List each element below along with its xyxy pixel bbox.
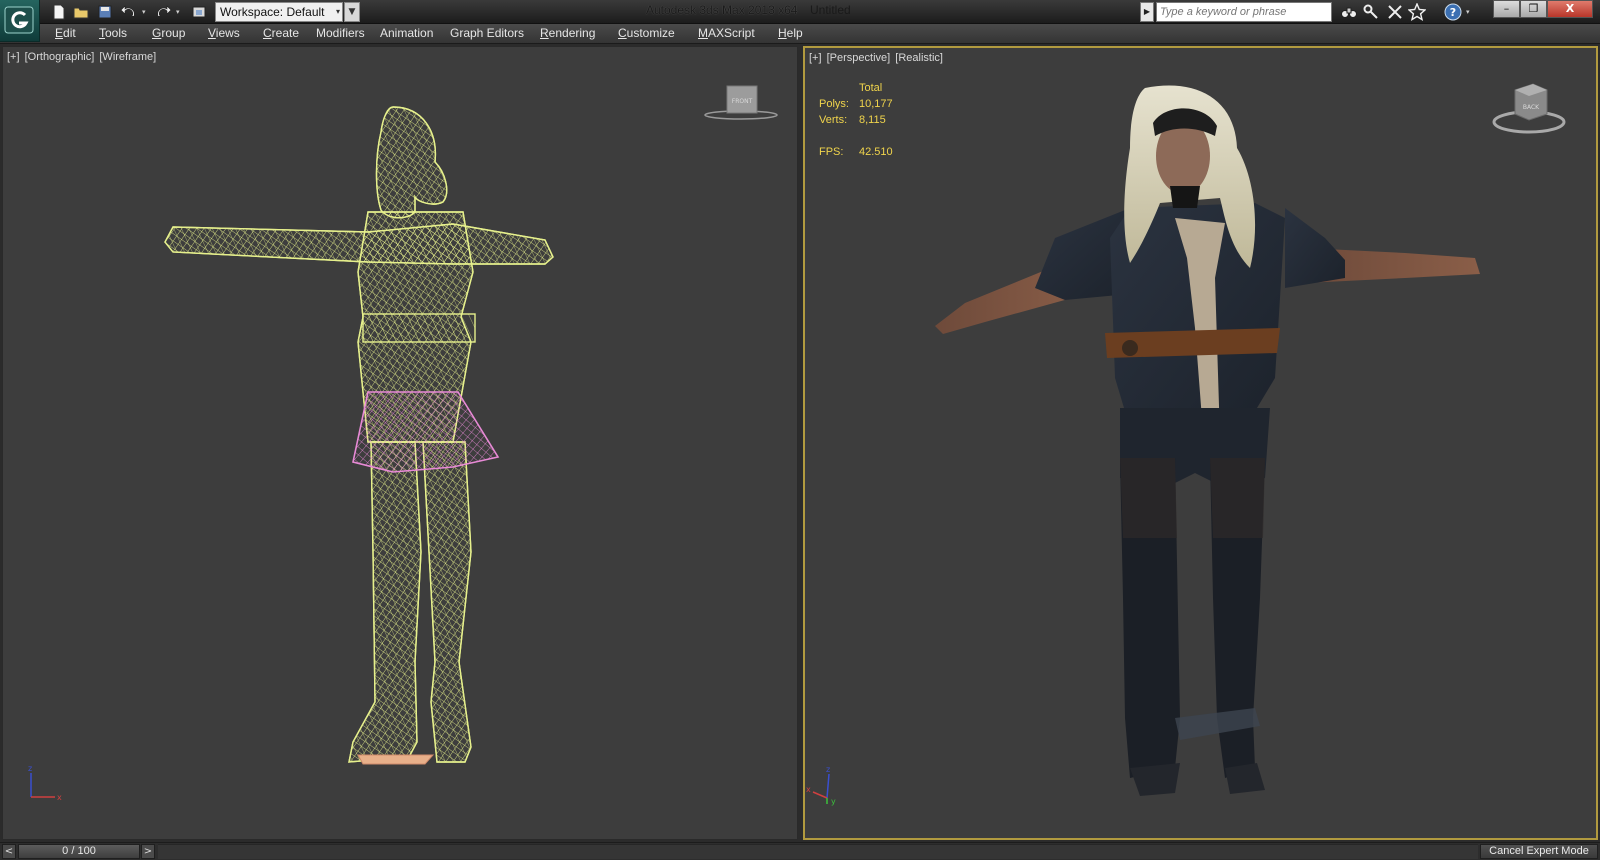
menu-help[interactable]: Help <box>778 26 803 40</box>
stats-header: Total <box>859 82 883 94</box>
viewport-perspective[interactable]: [+] [Perspective] [Realistic] Total Poly… <box>803 46 1598 840</box>
viewport-pov-label[interactable]: [Orthographic] <box>25 51 95 63</box>
viewport-shading-label[interactable]: [Wireframe] <box>99 51 156 63</box>
infocenter-search-input[interactable] <box>1156 2 1332 22</box>
viewport-menu-plus[interactable]: [+] <box>7 51 20 63</box>
menu-group[interactable]: Group <box>152 26 185 40</box>
viewport-label[interactable]: [+] [Perspective] [Realistic] <box>809 52 945 64</box>
search-expand-arrow[interactable]: ▶ <box>1140 2 1154 22</box>
time-slider[interactable]: 0 / 100 <box>18 844 140 859</box>
communication-center-icon[interactable] <box>1386 3 1406 21</box>
3dsmax-logo-icon <box>4 6 34 34</box>
new-file-icon[interactable] <box>50 3 68 21</box>
viewport-label[interactable]: [+] [Orthographic] [Wireframe] <box>7 51 158 63</box>
viewcube-face-label: FRONT <box>732 98 753 105</box>
undo-history-arrow[interactable]: ▾ <box>142 7 150 17</box>
menu-graph-editors[interactable]: Graph Editors <box>450 26 524 40</box>
svg-text:x: x <box>57 793 62 802</box>
workspace-menu-arrow[interactable]: ▼ <box>344 2 360 22</box>
save-icon[interactable] <box>96 3 114 21</box>
axis-tripod-icon: z x <box>28 764 62 802</box>
stats-fps-value: 42.510 <box>859 146 893 158</box>
svg-text:z: z <box>28 764 32 773</box>
timeline-next-button[interactable]: > <box>141 844 155 859</box>
application-menu-button[interactable] <box>0 0 40 42</box>
stats-polys-value: 10,177 <box>859 98 893 110</box>
document-title: Untitled <box>810 3 851 17</box>
timeline-prev-button[interactable]: < <box>2 844 16 859</box>
restore-button[interactable]: ❐ <box>1520 0 1547 18</box>
viewport-pov-label[interactable]: [Perspective] <box>827 52 891 64</box>
menu-maxscript[interactable]: MAXScript <box>698 26 755 40</box>
undo-icon[interactable] <box>120 3 138 21</box>
menu-rendering[interactable]: Rendering <box>540 26 595 40</box>
window-controls: – ❐ X <box>1493 0 1593 20</box>
stats-verts-value: 8,115 <box>859 114 886 126</box>
menu-animation[interactable]: Animation <box>380 26 433 40</box>
svg-text:y: y <box>831 797 836 806</box>
viewport-orthographic[interactable]: [+] [Orthographic] [Wireframe] FRONT z x <box>2 46 798 840</box>
workspace-label: Workspace: Default <box>220 5 325 19</box>
binoculars-icon[interactable] <box>1340 3 1360 21</box>
menu-views[interactable]: Views <box>208 26 240 40</box>
viewcube[interactable]: BACK <box>1491 78 1571 138</box>
menu-customize[interactable]: Customize <box>618 26 675 40</box>
chevron-down-icon: ▾ <box>335 7 340 16</box>
svg-text:x: x <box>806 785 811 794</box>
open-file-icon[interactable] <box>72 3 90 21</box>
cancel-expert-mode-button[interactable]: Cancel Expert Mode <box>1480 844 1598 859</box>
stats-verts-label: Verts: <box>819 114 848 126</box>
viewcube[interactable]: FRONT <box>703 83 783 123</box>
minimize-button[interactable]: – <box>1493 0 1520 18</box>
timeline-bar: < 0 / 100 > Cancel Expert Mode <box>0 842 1600 860</box>
redo-history-arrow[interactable]: ▾ <box>176 7 184 17</box>
key-tools-icon[interactable] <box>1362 3 1382 21</box>
menu-tools[interactable]: Tools <box>99 26 127 40</box>
svg-text:z: z <box>826 765 830 774</box>
axis-tripod-icon: z x y <box>806 765 836 806</box>
wireframe-character-model[interactable] <box>153 102 573 782</box>
menu-create[interactable]: Create <box>263 26 299 40</box>
close-button[interactable]: X <box>1547 0 1593 18</box>
help-dropdown-arrow[interactable]: ▾ <box>1466 7 1474 17</box>
favorites-star-icon[interactable] <box>1407 2 1428 21</box>
menu-modifiers[interactable]: Modifiers <box>316 26 365 40</box>
time-slider-frame-label: 0 / 100 <box>62 845 96 857</box>
viewport-menu-plus[interactable]: [+] <box>809 52 822 64</box>
redo-icon[interactable] <box>154 3 172 21</box>
viewcube-face-label: BACK <box>1523 104 1540 111</box>
workspace-dropdown[interactable]: Workspace: Default ▾ <box>215 2 343 22</box>
menu-edit[interactable]: Edit <box>55 26 76 40</box>
viewport-shading-label[interactable]: [Realistic] <box>895 52 943 64</box>
project-folder-icon[interactable] <box>190 3 208 21</box>
menu-bar: Edit Tools Group Views Create Modifiers … <box>0 24 1600 44</box>
timeline-track[interactable] <box>158 844 1478 859</box>
shaded-character-model[interactable] <box>925 78 1485 798</box>
stats-fps-label: FPS: <box>819 146 844 158</box>
title-bar: ▾ ▾ Workspace: Default ▾ ▼ Autodesk 3ds … <box>0 0 1600 42</box>
window-title: Autodesk 3ds Max 2013 x64 <box>646 3 798 17</box>
stats-polys-label: Polys: <box>819 98 849 110</box>
help-icon[interactable]: ? <box>1444 3 1464 21</box>
svg-text:?: ? <box>1450 6 1456 19</box>
